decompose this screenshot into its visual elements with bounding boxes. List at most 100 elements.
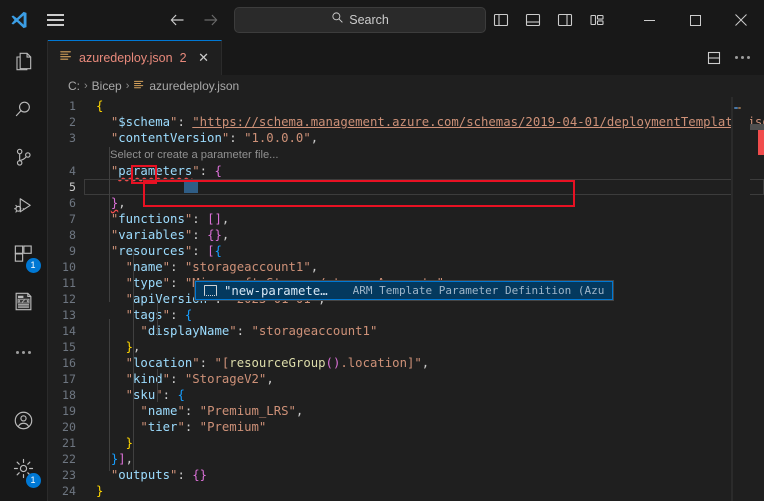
split-editor-down-icon[interactable]: [701, 45, 727, 71]
line-number: 17: [62, 372, 76, 386]
layout-panel-icon[interactable]: [518, 5, 548, 35]
line-content: "functions": [],: [110, 212, 230, 226]
code-line: 10 "name": "storageaccount1",: [48, 259, 764, 275]
line-content: "tags": {: [125, 308, 193, 322]
code-line: 15 },: [48, 339, 764, 355]
code-line: 22 }],: [48, 451, 764, 467]
code-line: 13 "tags": {: [48, 307, 764, 323]
line-number: 23: [62, 468, 76, 482]
minimize-window[interactable]: [626, 0, 672, 40]
more-editor-actions-icon[interactable]: [729, 45, 755, 71]
tab-azuredeploy-json[interactable]: azuredeploy.json 2 ✕: [48, 40, 222, 75]
codelens-row: Select or create a parameter file...: [48, 146, 764, 163]
sidebar-item-search[interactable]: [0, 88, 48, 136]
sidebar-item-explorer[interactable]: [0, 40, 48, 88]
sidebar-item-azure-resource-manager-tools[interactable]: [0, 280, 48, 328]
layout-customize-icon[interactable]: [582, 5, 612, 35]
editor-tabs: azuredeploy.json 2 ✕: [48, 40, 764, 75]
line-number: 4: [69, 164, 76, 178]
line-content: "variables": {},: [110, 228, 230, 242]
sidebar-item-run-and-debug[interactable]: [0, 184, 48, 232]
code-line: 9 "resources": [{: [48, 243, 764, 259]
line-number: 19: [62, 404, 76, 418]
suggestion-widget[interactable]: "new-paramete… ARM Template Parameter De…: [194, 280, 614, 301]
code-line: 6 },: [48, 195, 764, 211]
tabs-empty-space: [221, 40, 701, 75]
menu-icon[interactable]: [39, 0, 73, 40]
search-icon: [331, 11, 344, 29]
title-bar-right: [486, 0, 764, 40]
breadcrumb-separator: ›: [125, 80, 130, 92]
layout-controls: [486, 5, 612, 35]
sidebar-item-extensions[interactable]: 1: [0, 232, 48, 280]
line-number: 9: [69, 244, 76, 258]
line-content: },: [125, 340, 141, 354]
code-editor[interactable]: 1 { 2 "$schema": "https://schema.managem…: [48, 97, 764, 501]
code-line: 19 "name": "Premium_LRS",: [48, 403, 764, 419]
line-number: 2: [69, 115, 76, 129]
account-icon: [12, 409, 35, 437]
line-number: 6: [69, 196, 76, 210]
indent-guide: [157, 369, 158, 402]
overview-error-marker: [758, 130, 764, 155]
indent-guide: [109, 147, 110, 302]
ellipsis-icon: [734, 56, 750, 59]
layout-sidebar-left-icon[interactable]: [486, 5, 516, 35]
code-line: 20 "tier": "Premium": [48, 419, 764, 435]
line-content: "name": "Premium_LRS",: [140, 404, 304, 418]
line-number: 16: [62, 356, 76, 370]
manage-settings-button[interactable]: 1: [0, 447, 48, 495]
line-number: 13: [62, 308, 76, 322]
search-input[interactable]: Search: [234, 7, 487, 33]
breadcrumb-separator: ›: [84, 80, 88, 92]
sidebar-item-source-control[interactable]: [0, 136, 48, 184]
indent-guide: [157, 303, 158, 336]
line-content: "displayName": "storageaccount1": [140, 324, 378, 338]
json-file-icon: [59, 49, 73, 68]
line-content: "sku": {: [125, 388, 185, 402]
close-icon[interactable]: ✕: [195, 49, 213, 67]
title-bar: Search: [0, 0, 764, 40]
settings-badge: 1: [25, 473, 41, 488]
line-number: 12: [62, 292, 76, 306]
code-line: 21 }: [48, 435, 764, 451]
line-content: {: [96, 98, 104, 113]
close-window[interactable]: [718, 0, 764, 40]
layout-sidebar-right-icon[interactable]: [550, 5, 580, 35]
breadcrumb-item-file[interactable]: azuredeploy.json: [133, 79, 239, 93]
activity-bar: 1 1: [0, 40, 48, 501]
code-line: 8 "variables": {},: [48, 227, 764, 243]
codelens-select-parameter-file[interactable]: Select or create a parameter file...: [48, 147, 279, 163]
line-number: 10: [62, 260, 76, 274]
sidebar-item-additional-views[interactable]: [0, 328, 48, 376]
vscode-window: Search 1 1 azuredeploy.json 2 ✕ C: › Bic…: [0, 0, 764, 501]
line-content: },: [110, 196, 126, 210]
breadcrumb-file-label: azuredeploy.json: [149, 79, 240, 93]
minimap[interactable]: [732, 97, 750, 501]
code-line: 16 "location": "[resourceGroup().locatio…: [48, 355, 764, 371]
line-content: "kind": "StorageV2",: [125, 372, 274, 386]
line-content: "contentVersion": "1.0.0.0",: [110, 131, 319, 145]
suggestion-item-new-parameter[interactable]: "new-paramete… ARM Template Parameter De…: [195, 281, 613, 300]
line-content: "tier": "Premium": [140, 420, 267, 434]
arrow-right-icon[interactable]: [196, 6, 224, 34]
code-line: 24 }: [48, 483, 764, 499]
accounts-button[interactable]: [0, 399, 48, 447]
run-debug-icon: [12, 194, 35, 222]
files-icon: [12, 50, 35, 78]
arrow-left-icon[interactable]: [164, 6, 192, 34]
line-content: "outputs": {}: [110, 468, 208, 482]
code-line: 2 "$schema": "https://schema.management.…: [48, 114, 764, 130]
maximize-window[interactable]: [672, 0, 718, 40]
code-line-active: 5: [48, 179, 764, 195]
breadcrumb-item-root[interactable]: C:: [68, 79, 80, 93]
breadcrumb-item-folder[interactable]: Bicep: [92, 79, 122, 93]
hamburger-menu-icon: [46, 11, 64, 30]
line-content: "name": "storageaccount1",: [125, 260, 319, 274]
line-content: }],: [110, 452, 134, 466]
line-content: "resources": [{: [110, 244, 222, 258]
editor-group: azuredeploy.json 2 ✕ C: › Bicep › azured…: [48, 40, 764, 501]
suggestion-label: "new-paramete…: [224, 283, 328, 298]
arm-template-icon: [12, 290, 35, 318]
overview-ruler[interactable]: [750, 97, 764, 501]
